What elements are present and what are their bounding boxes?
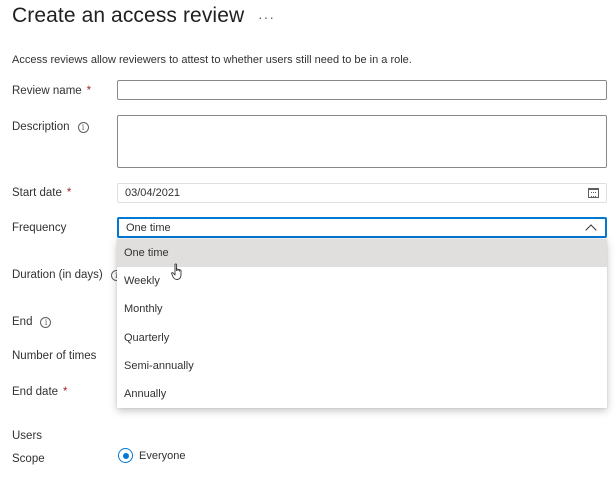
- scope-label: Scope: [12, 453, 45, 465]
- intro-text: Access reviews allow reviewers to attest…: [12, 54, 412, 66]
- frequency-option-weekly[interactable]: Weekly: [117, 267, 607, 295]
- required-marker: *: [86, 85, 92, 97]
- review-name-label: Review name *: [12, 85, 92, 97]
- description-textarea[interactable]: [117, 115, 607, 168]
- page-title: Create an access review: [12, 4, 245, 27]
- radio-selected-icon[interactable]: [118, 448, 133, 463]
- start-date-input[interactable]: 03/04/2021: [117, 183, 607, 203]
- end-label: End i: [12, 316, 52, 328]
- start-date-value: 03/04/2021: [125, 187, 181, 199]
- frequency-option-quarterly[interactable]: Quarterly: [117, 324, 607, 352]
- required-marker: *: [66, 187, 72, 199]
- frequency-option-monthly[interactable]: Monthly: [117, 295, 607, 323]
- frequency-dropdown-list: One time Weekly Monthly Quarterly Semi-a…: [117, 239, 607, 408]
- number-of-times-label: Number of times: [12, 350, 97, 362]
- end-date-label: End date *: [12, 386, 68, 398]
- frequency-select[interactable]: One time: [117, 217, 607, 238]
- chevron-up-icon: [585, 224, 597, 236]
- more-options-icon[interactable]: ···: [258, 9, 275, 25]
- hand-pointer-cursor-icon: [171, 263, 182, 280]
- info-icon[interactable]: i: [40, 316, 52, 328]
- review-name-input[interactable]: [117, 80, 607, 100]
- frequency-selected-value: One time: [126, 221, 171, 234]
- frequency-option-annually[interactable]: Annually: [117, 380, 607, 408]
- calendar-icon[interactable]: [588, 188, 599, 198]
- frequency-label: Frequency: [12, 222, 67, 234]
- frequency-option-semi-annually[interactable]: Semi-annually: [117, 352, 607, 380]
- start-date-label: Start date *: [12, 187, 72, 199]
- users-section-label: Users: [12, 430, 43, 442]
- info-icon[interactable]: i: [77, 121, 89, 133]
- frequency-option-one-time[interactable]: One time: [117, 239, 607, 268]
- scope-everyone-option[interactable]: Everyone: [118, 448, 185, 463]
- duration-label: Duration (in days) i: [12, 269, 122, 281]
- scope-everyone-label: Everyone: [139, 449, 186, 462]
- required-marker: *: [63, 386, 68, 398]
- description-label: Description i: [12, 121, 89, 133]
